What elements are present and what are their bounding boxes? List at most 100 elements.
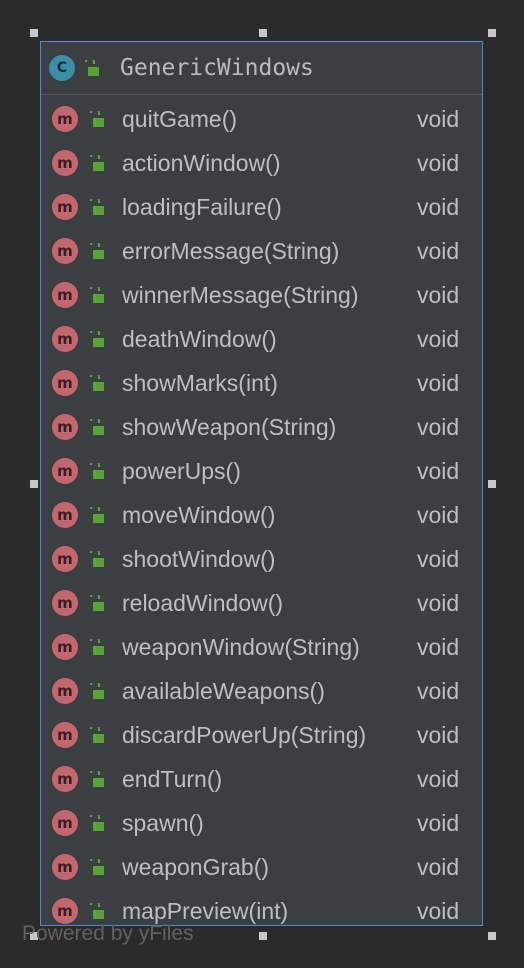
method-icon: m — [52, 238, 78, 264]
public-lock-icon — [88, 198, 105, 216]
method-return-type: void — [417, 413, 460, 440]
class-header: C GenericWindows — [41, 42, 482, 95]
method-name: deathWindow() — [122, 325, 277, 352]
method-list: m quitGame() void m actionWindow() void m loadi… — [41, 95, 482, 933]
class-name: GenericWindows — [120, 55, 314, 81]
method-row[interactable]: m winnerMessage(String) void — [41, 273, 482, 317]
method-name: discardPowerUp(String) — [122, 721, 367, 748]
public-lock-icon — [88, 462, 105, 480]
public-lock-icon — [88, 242, 105, 260]
method-name: powerUps() — [122, 457, 241, 484]
method-row[interactable]: m showWeapon(String) void — [41, 405, 482, 449]
public-lock-icon — [88, 286, 105, 304]
public-lock-icon — [88, 418, 105, 436]
method-name: loadingFailure() — [122, 193, 282, 220]
method-icon: m — [52, 150, 78, 176]
method-row[interactable]: m loadingFailure() void — [41, 185, 482, 229]
method-name: showMarks(int) — [122, 369, 278, 396]
method-return-type: void — [417, 545, 460, 572]
method-return-type: void — [417, 501, 460, 528]
method-return-type: void — [417, 589, 460, 616]
method-row[interactable]: m spawn() void — [41, 801, 482, 845]
method-name: actionWindow() — [122, 149, 281, 176]
method-return-type: void — [417, 765, 460, 792]
method-name: endTurn() — [122, 765, 223, 792]
method-icon: m — [52, 194, 78, 220]
method-row[interactable]: m deathWindow() void — [41, 317, 482, 361]
method-icon: m — [52, 546, 78, 572]
method-name: reloadWindow() — [122, 589, 284, 616]
method-icon: m — [52, 282, 78, 308]
method-return-type: void — [417, 809, 460, 836]
method-icon: m — [52, 766, 78, 792]
method-return-type: void — [417, 633, 460, 660]
public-lock-icon — [88, 682, 105, 700]
method-row[interactable]: m quitGame() void — [41, 97, 482, 141]
public-lock-icon — [88, 770, 105, 788]
method-row[interactable]: m availableWeapons() void — [41, 669, 482, 713]
method-row[interactable]: m endTurn() void — [41, 757, 482, 801]
method-name: spawn() — [122, 809, 204, 836]
method-row[interactable]: m weaponGrab() void — [41, 845, 482, 889]
method-icon: m — [52, 414, 78, 440]
method-name: errorMessage(String) — [122, 237, 340, 264]
method-icon: m — [52, 634, 78, 660]
method-icon: m — [52, 854, 78, 880]
method-return-type: void — [417, 853, 460, 880]
method-row[interactable]: m showMarks(int) void — [41, 361, 482, 405]
method-return-type: void — [417, 149, 460, 176]
method-row[interactable]: m moveWindow() void — [41, 493, 482, 537]
public-lock-icon — [88, 550, 105, 568]
method-icon: m — [52, 898, 78, 924]
method-icon: m — [52, 502, 78, 528]
public-lock-icon — [88, 638, 105, 656]
method-row[interactable]: m weaponWindow(String) void — [41, 625, 482, 669]
resize-handle-middle-right[interactable] — [488, 480, 496, 488]
method-return-type: void — [417, 457, 460, 484]
method-return-type: void — [417, 281, 460, 308]
public-lock-icon — [88, 374, 105, 392]
method-name: quitGame() — [122, 105, 238, 132]
method-name: weaponGrab() — [122, 853, 270, 880]
public-lock-icon — [88, 154, 105, 172]
public-lock-icon — [88, 506, 105, 524]
method-row[interactable]: m errorMessage(String) void — [41, 229, 482, 273]
method-name: weaponWindow(String) — [122, 633, 360, 660]
method-icon: m — [52, 590, 78, 616]
method-name: showWeapon(String) — [122, 413, 337, 440]
method-name: shootWindow() — [122, 545, 276, 572]
method-icon: m — [52, 106, 78, 132]
method-return-type: void — [417, 677, 460, 704]
public-lock-icon — [88, 902, 105, 920]
public-lock-icon — [83, 59, 100, 77]
resize-handle-middle-left[interactable] — [30, 480, 38, 488]
method-icon: m — [52, 326, 78, 352]
resize-handle-bottom-right[interactable] — [488, 932, 496, 940]
method-row[interactable]: m reloadWindow() void — [41, 581, 482, 625]
method-row[interactable]: m actionWindow() void — [41, 141, 482, 185]
resize-handle-top-left[interactable] — [30, 29, 38, 37]
method-icon: m — [52, 458, 78, 484]
method-row[interactable]: m discardPowerUp(String) void — [41, 713, 482, 757]
method-return-type: void — [417, 193, 460, 220]
resize-handle-top-center[interactable] — [259, 29, 267, 37]
resize-handle-bottom-center[interactable] — [259, 932, 267, 940]
watermark: Powered by yFiles — [22, 922, 194, 945]
public-lock-icon — [88, 330, 105, 348]
class-node[interactable]: C GenericWindows m quitGame() void m actionW… — [40, 41, 483, 926]
method-row[interactable]: m powerUps() void — [41, 449, 482, 493]
method-name: availableWeapons() — [122, 677, 325, 704]
method-icon: m — [52, 810, 78, 836]
method-name: moveWindow() — [122, 501, 276, 528]
method-return-type: void — [417, 369, 460, 396]
method-name: winnerMessage(String) — [122, 281, 359, 308]
method-return-type: void — [417, 897, 460, 924]
method-return-type: void — [417, 105, 460, 132]
method-return-type: void — [417, 237, 460, 264]
method-icon: m — [52, 722, 78, 748]
public-lock-icon — [88, 814, 105, 832]
public-lock-icon — [88, 726, 105, 744]
resize-handle-top-right[interactable] — [488, 29, 496, 37]
method-icon: m — [52, 678, 78, 704]
method-row[interactable]: m shootWindow() void — [41, 537, 482, 581]
